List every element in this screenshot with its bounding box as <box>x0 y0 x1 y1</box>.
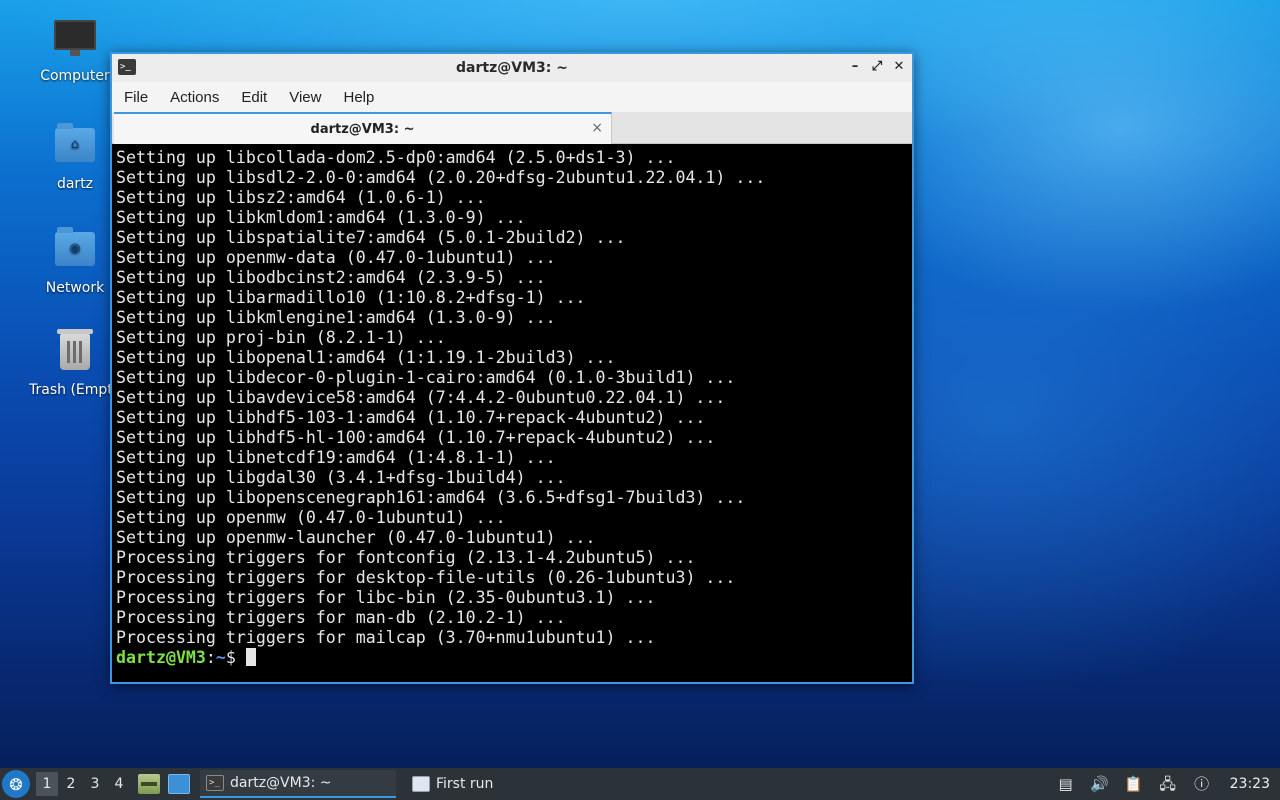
workspace-2[interactable]: 2 <box>60 772 82 796</box>
terminal-line: Setting up libnetcdf19:amd64 (1:4.8.1-1)… <box>116 448 556 467</box>
terminal-line: Processing triggers for desktop-file-uti… <box>116 568 736 587</box>
desktop-icon-label: Trash (Empty) <box>29 382 113 398</box>
window-title: dartz@VM3: ~ <box>456 60 568 76</box>
maximize-button[interactable]: ⤢ <box>870 58 884 76</box>
terminal-line: Setting up libkmlengine1:amd64 (1.3.0-9)… <box>116 308 556 327</box>
terminal-line: Setting up proj-bin (8.2.1-1) ... <box>116 328 446 347</box>
task-label: First run <box>436 776 494 792</box>
terminal-window[interactable]: >_ dartz@VM3: ~ – ⤢ ✕ File Actions Edit … <box>110 52 914 684</box>
task-first-run[interactable]: First run <box>406 770 499 798</box>
terminal-line: Setting up libavdevice58:amd64 (7:4.4.2-… <box>116 388 726 407</box>
start-menu-icon[interactable]: ❂ <box>2 770 30 798</box>
terminal-line: Setting up openmw (0.47.0-1ubuntu1) ... <box>116 508 506 527</box>
window-titlebar[interactable]: >_ dartz@VM3: ~ – ⤢ ✕ <box>112 54 912 82</box>
tab-label: dartz@VM3: ~ <box>310 121 415 137</box>
terminal-line: Setting up libspatialite7:amd64 (5.0.1-2… <box>116 228 626 247</box>
terminal-line: Setting up libodbcinst2:amd64 (2.3.9-5) … <box>116 268 546 287</box>
menu-file[interactable]: File <box>116 89 156 106</box>
terminal-line: Processing triggers for libc-bin (2.35-0… <box>116 588 656 607</box>
terminal-line: Setting up libhdf5-hl-100:amd64 (1.10.7+… <box>116 428 716 447</box>
terminal-prompt[interactable]: dartz@VM3:~$ <box>116 648 910 668</box>
terminal-line: Processing triggers for mailcap (3.70+nm… <box>116 628 656 647</box>
terminal-line: Setting up openmw-launcher (0.47.0-1ubun… <box>116 528 596 547</box>
network-folder-icon: ◉ <box>53 227 97 276</box>
trash-icon <box>53 329 97 378</box>
clock[interactable]: 23:23 <box>1230 776 1270 792</box>
terminal-line: Setting up libopenscenegraph161:amd64 (3… <box>116 488 746 507</box>
close-button[interactable]: ✕ <box>892 58 906 76</box>
terminal-line: Setting up libgdal30 (3.4.1+dfsg-1build4… <box>116 468 566 487</box>
task-label: dartz@VM3: ~ <box>230 775 332 791</box>
terminal-line: Setting up openmw-data (0.47.0-1ubuntu1)… <box>116 248 556 267</box>
terminal-line: Setting up libsz2:amd64 (1.0.6-1) ... <box>116 188 486 207</box>
window-icon <box>412 776 430 792</box>
home-folder-icon: ⌂ <box>53 123 97 172</box>
menubar: File Actions Edit View Help <box>112 82 912 112</box>
terminal-line: Setting up libkmldom1:amd64 (1.3.0-9) ..… <box>116 208 526 227</box>
text-cursor <box>245 648 256 666</box>
tab-bar: dartz@VM3: ~ × <box>112 112 912 144</box>
prompt-user: dartz@VM3 <box>116 648 206 667</box>
network-icon[interactable]: 🖧 <box>1158 774 1178 794</box>
desktop-icon-trash[interactable]: Trash (Empty) <box>25 329 113 398</box>
workspace-1[interactable]: 1 <box>36 772 58 796</box>
system-tray: ▤ 🔊 📋 🖧 ⓘ 23:23 <box>1056 768 1280 800</box>
taskbar: ❂ 1 2 3 4 >_ dartz@VM3: ~ First run ▤ 🔊 … <box>0 768 1280 800</box>
workspace-3[interactable]: 3 <box>84 772 106 796</box>
terminal-line: Setting up libcollada-dom2.5-dp0:amd64 (… <box>116 148 676 167</box>
terminal-line: Setting up libsdl2-2.0-0:amd64 (2.0.20+d… <box>116 168 766 187</box>
volume-icon[interactable]: 🔊 <box>1090 774 1110 794</box>
computer-icon <box>53 20 97 64</box>
show-desktop-icon[interactable] <box>168 774 190 794</box>
menu-view[interactable]: View <box>281 89 329 106</box>
terminal-app-icon[interactable]: >_ <box>118 59 136 75</box>
update-notifier-icon[interactable]: ⓘ <box>1192 774 1212 794</box>
tab-close-icon[interactable]: × <box>591 120 603 136</box>
terminal-line: Setting up libarmadillo10 (1:10.8.2+dfsg… <box>116 288 586 307</box>
task-terminal[interactable]: >_ dartz@VM3: ~ <box>200 770 396 798</box>
terminal-line: Setting up libopenal1:amd64 (1:1.19.1-2b… <box>116 348 616 367</box>
bar-icon[interactable]: ▤ <box>1056 774 1076 794</box>
prompt-symbol: $ <box>225 648 236 667</box>
tab-terminal[interactable]: dartz@VM3: ~ × <box>114 112 612 144</box>
menu-edit[interactable]: Edit <box>233 89 275 106</box>
terminal-output[interactable]: Setting up libcollada-dom2.5-dp0:amd64 (… <box>114 146 910 680</box>
terminal-icon: >_ <box>206 775 224 791</box>
terminal-line: Processing triggers for man-db (2.10.2-1… <box>116 608 566 627</box>
workspace-4[interactable]: 4 <box>108 772 130 796</box>
prompt-path: ~ <box>215 648 226 667</box>
terminal-line: Setting up libdecor-0-plugin-1-cairo:amd… <box>116 368 736 387</box>
minimize-button[interactable]: – <box>848 58 862 76</box>
clipboard-icon[interactable]: 📋 <box>1124 774 1144 794</box>
menu-help[interactable]: Help <box>335 89 382 106</box>
prompt-separator: : <box>205 648 216 667</box>
terminal-line: Processing triggers for fontconfig (2.13… <box>116 548 696 567</box>
menu-actions[interactable]: Actions <box>162 89 227 106</box>
file-manager-icon[interactable] <box>138 774 160 794</box>
terminal-line: Setting up libhdf5-103-1:amd64 (1.10.7+r… <box>116 408 706 427</box>
